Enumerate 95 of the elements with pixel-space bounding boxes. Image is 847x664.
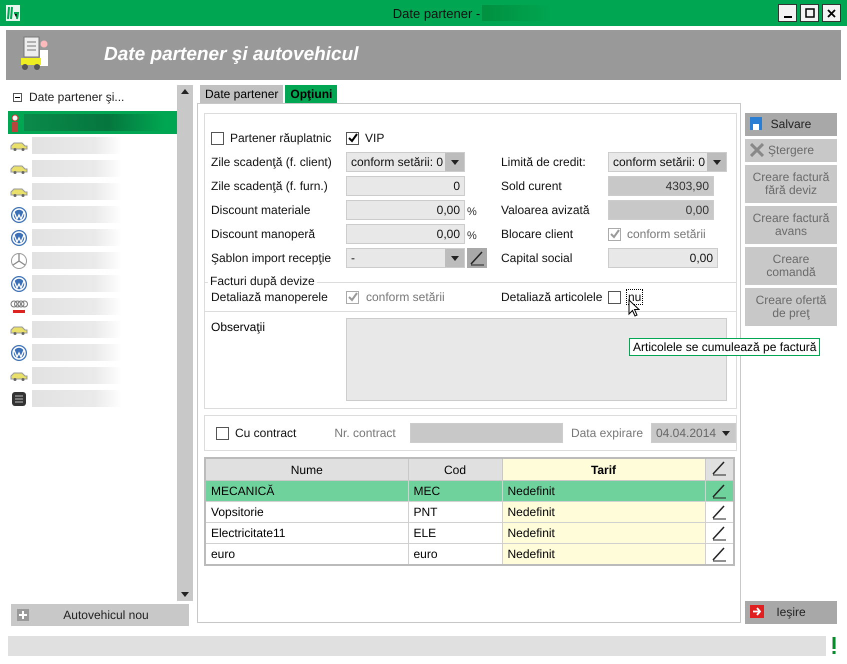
field-label: Discount manoperă — [211, 227, 316, 241]
table-row[interactable]: euro euro Nedefinit — [205, 544, 734, 565]
table-cell: Nedefinit — [502, 502, 705, 522]
caret-icon — [712, 160, 720, 164]
table-cell: Nedefinit — [502, 522, 705, 544]
checkbox-label: conform setării — [627, 227, 706, 241]
maximize-icon — [804, 8, 814, 18]
tooltip: Articolele se cumulează pe factură — [629, 338, 820, 356]
input-field[interactable]: 0,00 — [346, 200, 465, 220]
field-label: Valoarea avizată — [501, 203, 590, 217]
table-cell: Electricitate11 — [205, 522, 408, 544]
exit-button[interactable]: Ieşire — [745, 601, 837, 624]
field-label: Discount materiale — [211, 203, 312, 217]
collapse-icon[interactable] — [13, 92, 22, 102]
scroll-up-icon[interactable] — [181, 89, 189, 94]
minimize-icon — [784, 16, 792, 18]
close-icon — [827, 8, 836, 18]
input-field[interactable]: 0,00 — [608, 248, 718, 268]
person-icon — [10, 114, 20, 132]
pen-icon — [711, 460, 728, 476]
group-title: Facturi după devize — [208, 274, 317, 288]
field-label: Detaliază articolele — [501, 290, 604, 304]
caret-icon — [450, 160, 458, 164]
field-label: Sold curent — [501, 179, 563, 193]
pen-icon — [711, 504, 728, 520]
car-icon — [10, 186, 28, 196]
floppy-icon — [750, 117, 762, 130]
tab[interactable]: Opţiuni — [285, 85, 338, 103]
dark-emblem-icon — [10, 390, 28, 408]
checkbox[interactable] — [608, 290, 621, 304]
car-icon — [10, 140, 28, 150]
tab[interactable]: Date partener — [200, 85, 284, 103]
checkbox-label: conform setării — [365, 290, 446, 304]
table-cell: MECANICĂ — [205, 480, 408, 502]
table-cell: euro — [408, 544, 502, 565]
table-cell: euro — [205, 544, 408, 565]
pen-icon — [711, 525, 728, 541]
close-icon — [750, 143, 764, 157]
unit-label: % — [467, 230, 477, 242]
dropdown[interactable]: conform setării: 0 — [608, 152, 727, 172]
rings-emblem-icon — [10, 298, 28, 316]
exit-icon — [750, 605, 764, 618]
table-cell: Nedefinit — [502, 480, 705, 502]
pen-icon — [711, 546, 728, 562]
checkbox-label: Cu contract — [235, 426, 296, 440]
close-button[interactable] — [822, 4, 841, 22]
action-button[interactable]: Salvare — [745, 113, 837, 136]
scroll-bar[interactable] — [177, 85, 193, 601]
minimize-button[interactable] — [778, 4, 797, 22]
field-label: Data expirare — [570, 426, 643, 440]
new-vehicle-button[interactable]: Autovehicul nou — [11, 604, 189, 626]
page-title: Date partener şi autovehicul — [104, 44, 358, 66]
unit-label: % — [467, 206, 477, 218]
tree-item[interactable]: Date partener şi... — [29, 90, 124, 104]
checkbox-label: Partener răuplatnic — [230, 131, 332, 145]
table-row[interactable]: Vopsitorie PNT Nedefinit — [205, 502, 734, 522]
dropdown[interactable]: conform setării: 0 — [346, 152, 465, 172]
car-icon — [10, 370, 28, 380]
column-header: Tarif — [502, 458, 705, 480]
field-label: Nr. contract — [334, 426, 396, 440]
field-label: Zile scadenţă (f. client) — [211, 155, 333, 169]
column-header: Nume — [205, 458, 408, 480]
caret-icon — [450, 256, 458, 260]
field-label: Zile scadenţă (f. furn.) — [211, 179, 329, 193]
table-cell: MEC — [408, 480, 502, 502]
app-logo-icon — [6, 5, 20, 21]
checkbox-label: VIP — [365, 131, 384, 145]
column-header: Cod — [408, 458, 502, 480]
car-icon — [10, 324, 28, 334]
pen-icon — [469, 250, 485, 266]
window-title: Date partener - — [392, 6, 480, 20]
field-label: Blocare client — [501, 227, 574, 241]
maximize-button[interactable] — [800, 4, 819, 22]
caret-icon — [722, 430, 730, 436]
table-cell: PNT — [408, 502, 502, 522]
field-label: Observaţii — [211, 320, 266, 336]
table-cell: ELE — [408, 522, 502, 544]
field-label: Capital social — [501, 251, 574, 265]
dropdown[interactable]: - — [346, 248, 465, 268]
field-label: Limită de credit: — [501, 155, 587, 169]
field-label: Detaliază manoperele — [211, 290, 329, 304]
plus-icon — [17, 609, 29, 621]
table-cell: Nedefinit — [502, 544, 705, 565]
edit-button[interactable] — [467, 248, 487, 268]
checkbox[interactable] — [346, 132, 359, 144]
field-label: Şablon import recepţie — [211, 251, 332, 265]
scroll-down-icon[interactable] — [181, 592, 189, 597]
table-row[interactable]: MECANICĂ MEC Nedefinit — [205, 480, 734, 502]
input-field[interactable]: 0 — [346, 176, 465, 196]
car-icon — [10, 164, 28, 174]
table-row[interactable]: Electricitate11 ELE Nedefinit — [205, 522, 734, 544]
pen-icon — [711, 483, 728, 499]
input-field[interactable]: 0,00 — [346, 224, 465, 244]
checkbox[interactable] — [211, 132, 224, 144]
table-cell: Vopsitorie — [205, 502, 408, 522]
